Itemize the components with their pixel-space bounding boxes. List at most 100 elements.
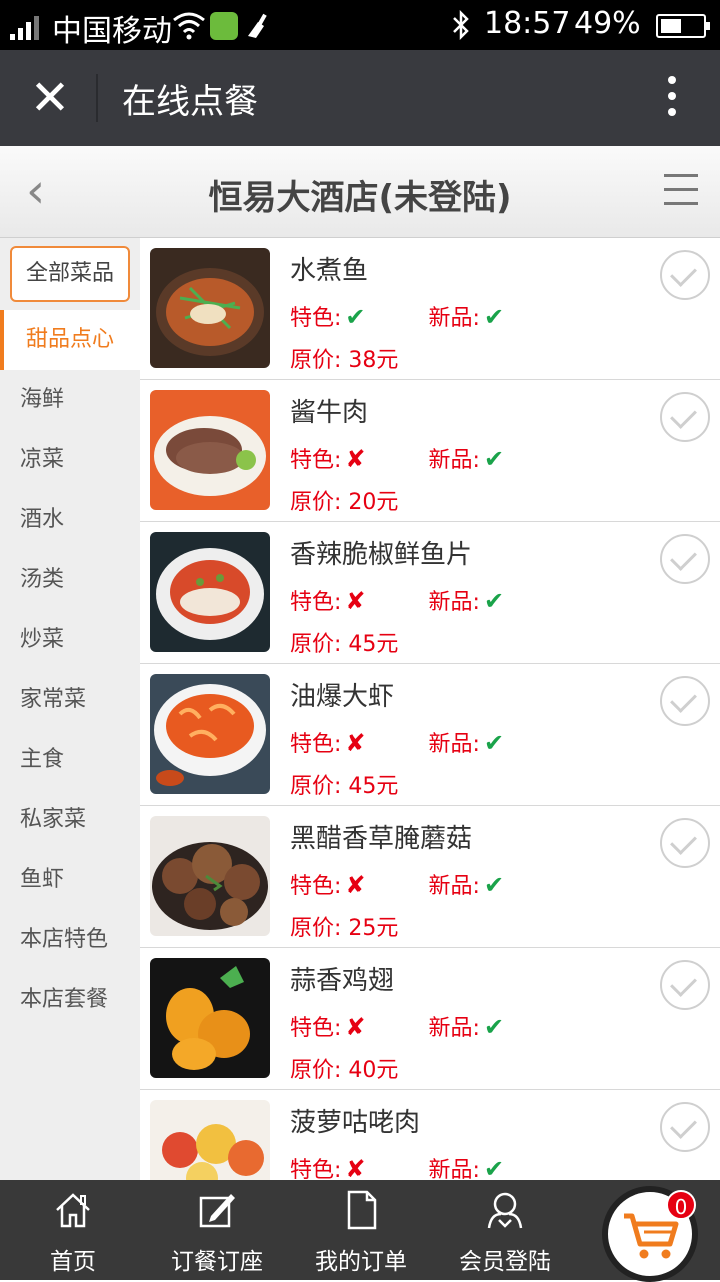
category-item[interactable]: 本店特色 [0, 910, 140, 970]
dish-item[interactable]: 酱牛肉 特色: ✘ 新品: ✔ 原价: 20元 [140, 380, 720, 522]
more-options-icon[interactable] [660, 76, 684, 124]
dish-photo [150, 248, 270, 368]
new-label: 新品: [428, 306, 480, 331]
nav-label: 订餐订座 [171, 1249, 263, 1275]
select-check-icon[interactable] [660, 818, 710, 868]
select-check-icon[interactable] [660, 250, 710, 300]
select-check-icon[interactable] [660, 676, 710, 726]
dish-list: 水煮鱼 特色: ✔ 新品: ✔ 原价: 38元 酱牛肉 特色: ✘ 新品: ✔ 原价: … [140, 238, 720, 1180]
cross-icon: ✘ [345, 871, 366, 899]
special-label: 特色: [290, 448, 342, 473]
new-label: 新品: [428, 874, 480, 899]
dish-price: 原价: 45元 [290, 774, 399, 799]
menu-icon[interactable] [664, 174, 698, 206]
check-icon: ✔ [483, 303, 505, 331]
special-label: 特色: [290, 1016, 342, 1041]
dish-item[interactable]: 香辣脆椒鲜鱼片 特色: ✘ 新品: ✔ 原价: 45元 [140, 522, 720, 664]
battery-icon [656, 14, 710, 38]
dish-item[interactable]: 黑醋香草腌蘑菇 特色: ✘ 新品: ✔ 原价: 25元 [140, 806, 720, 948]
page-title: 在线点餐 [122, 82, 258, 122]
dish-item[interactable]: 蒜香鸡翅 特色: ✘ 新品: ✔ 原价: 40元 [140, 948, 720, 1090]
category-item[interactable]: 凉菜 [0, 430, 140, 490]
new-label: 新品: [428, 1016, 480, 1041]
nav-label: 首页 [50, 1249, 96, 1275]
dish-name: 菠萝咕咾肉 [290, 1108, 421, 1138]
dish-name: 酱牛肉 [290, 398, 369, 428]
divider [96, 74, 98, 122]
category-item[interactable]: 海鲜 [0, 370, 140, 430]
dish-flags: 特色: ✔ 新品: ✔ [290, 300, 504, 332]
select-check-icon[interactable] [660, 960, 710, 1010]
cross-icon: ✘ [345, 1155, 366, 1180]
dish-price: 原价: 38元 [290, 348, 399, 373]
nav-label: 我的订单 [315, 1249, 407, 1275]
category-item[interactable]: 甜品点心 [0, 310, 140, 370]
home-icon [56, 1193, 90, 1228]
dish-name: 香辣脆椒鲜鱼片 [290, 540, 473, 570]
check-icon: ✔ [483, 1013, 505, 1041]
webview-header: ✕ 在线点餐 [0, 50, 720, 146]
category-item[interactable]: 私家菜 [0, 790, 140, 850]
category-item[interactable]: 主食 [0, 730, 140, 790]
dish-photo [150, 390, 270, 510]
select-check-icon[interactable] [660, 392, 710, 442]
dish-flags: 特色: ✘ 新品: ✔ [290, 1152, 504, 1180]
cleaner-icon [248, 13, 267, 38]
dish-item[interactable]: 油爆大虾 特色: ✘ 新品: ✔ 原价: 45元 [140, 664, 720, 806]
dish-item[interactable]: 菠萝咕咾肉 特色: ✘ 新品: ✔ [140, 1090, 720, 1180]
dish-photo [150, 958, 270, 1078]
dish-item[interactable]: 水煮鱼 特色: ✔ 新品: ✔ 原价: 38元 [140, 238, 720, 380]
category-all-button[interactable]: 全部菜品 [10, 246, 130, 302]
dish-flags: 特色: ✘ 新品: ✔ [290, 726, 504, 758]
cross-icon: ✘ [345, 587, 366, 615]
special-label: 特色: [290, 306, 342, 331]
category-item[interactable]: 汤类 [0, 550, 140, 610]
check-icon: ✔ [483, 587, 505, 615]
member-icon [487, 1192, 523, 1229]
category-item[interactable]: 酒水 [0, 490, 140, 550]
battery-percent: 49% [574, 6, 641, 41]
select-check-icon[interactable] [660, 1102, 710, 1152]
check-icon: ✔ [483, 871, 505, 899]
check-icon: ✔ [345, 303, 366, 331]
signal-icon [10, 16, 39, 40]
nav-reserve[interactable]: 订餐订座 [152, 1180, 282, 1280]
nav-home[interactable]: 首页 [8, 1180, 138, 1280]
special-label: 特色: [290, 1158, 342, 1180]
nav-member-login[interactable]: 会员登陆 [440, 1180, 570, 1280]
category-item[interactable]: 炒菜 [0, 610, 140, 670]
clock: 18:57 [484, 6, 571, 41]
special-label: 特色: [290, 590, 342, 615]
edit-icon [199, 1194, 235, 1228]
special-label: 特色: [290, 874, 342, 899]
dish-price: 原价: 25元 [290, 916, 399, 941]
new-label: 新品: [428, 448, 480, 473]
category-item[interactable]: 本店套餐 [0, 970, 140, 1030]
bluetooth-icon [453, 10, 469, 40]
dish-price: 原价: 40元 [290, 1058, 399, 1083]
dish-photo [150, 816, 270, 936]
cross-icon: ✘ [345, 1013, 366, 1041]
dish-photo [150, 1100, 270, 1180]
dish-flags: 特色: ✘ 新品: ✔ [290, 868, 504, 900]
cart-count-badge: 0 [666, 1190, 696, 1220]
category-sidebar: 全部菜品 甜品点心 海鲜 凉菜 酒水 汤类 炒菜 家常菜 主食 私家菜 鱼虾 本… [0, 238, 140, 1180]
nav-my-orders[interactable]: 我的订单 [296, 1180, 426, 1280]
cross-icon: ✘ [345, 729, 366, 757]
app-notification-icon [210, 12, 238, 40]
dish-flags: 特色: ✘ 新品: ✔ [290, 1010, 504, 1042]
cross-icon: ✘ [345, 445, 366, 473]
dish-name: 蒜香鸡翅 [290, 966, 395, 996]
category-item[interactable]: 鱼虾 [0, 850, 140, 910]
shop-title: 恒易大酒店(未登陆) [208, 178, 512, 218]
dish-price: 原价: 20元 [290, 490, 399, 515]
nav-label: 会员登陆 [459, 1249, 551, 1275]
new-label: 新品: [428, 1158, 480, 1180]
select-check-icon[interactable] [660, 534, 710, 584]
dish-photo [150, 674, 270, 794]
close-icon[interactable]: ✕ [28, 72, 72, 124]
dish-flags: 特色: ✘ 新品: ✔ [290, 584, 504, 616]
dish-name: 油爆大虾 [290, 682, 395, 712]
category-item[interactable]: 家常菜 [0, 670, 140, 730]
dish-flags: 特色: ✘ 新品: ✔ [290, 442, 504, 474]
